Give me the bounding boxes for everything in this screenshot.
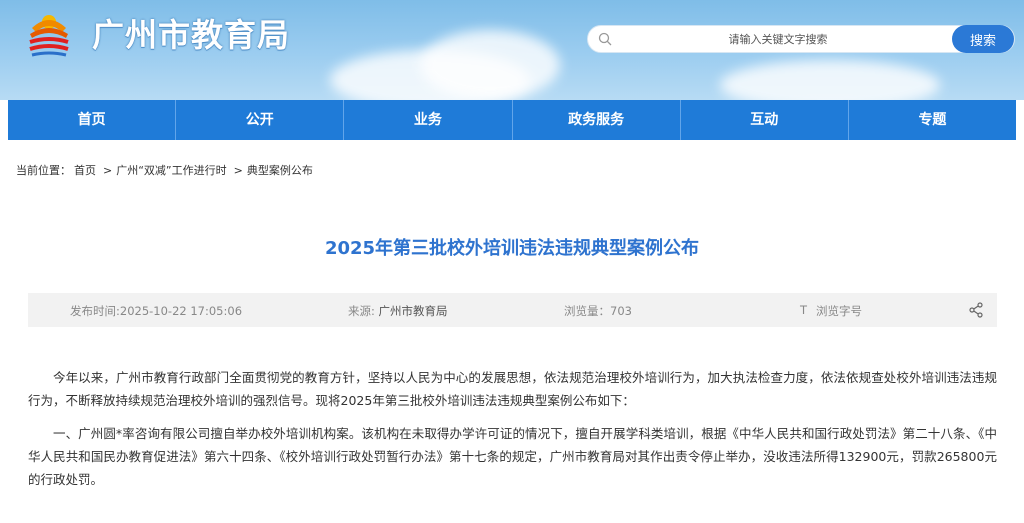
header-cloud [720, 60, 940, 100]
views-label: 浏览量： [564, 304, 610, 318]
breadcrumb-separator: > [233, 164, 243, 177]
article-meta-bar: 发布时间:2025-10-22 17:05:06 来源: 广州市教育局 浏览量：… [28, 293, 997, 327]
search-input[interactable] [628, 29, 928, 49]
source-label: 来源: [348, 304, 379, 318]
breadcrumb-separator: > [103, 164, 113, 177]
article-paragraph: 一、广州圆*率咨询有限公司擅自举办校外培训机构案。该机构在未取得办学许可证的情况… [28, 426, 997, 487]
site-header: 广州市教育局 搜索 [0, 0, 1024, 100]
bureau-emblem-icon[interactable] [22, 8, 76, 58]
source-value: 广州市教育局 [378, 304, 448, 318]
article-content: 今年以来，广州市教育行政部门全面贯彻党的教育方针，坚持以人民为中心的发展思想，依… [28, 366, 997, 501]
article-paragraph: 今年以来，广州市教育行政部门全面贯彻党的教育方针，坚持以人民为中心的发展思想，依… [28, 370, 997, 408]
search-button[interactable]: 搜索 [952, 25, 1014, 53]
nav-item-topics[interactable]: 专题 [849, 100, 1016, 140]
publish-time: 发布时间:2025-10-22 17:05:06 [70, 304, 243, 318]
site-title[interactable]: 广州市教育局 [92, 10, 290, 56]
view-count: 浏览量：703 [564, 303, 632, 319]
breadcrumb-item-double-reduction[interactable]: 广州“双减”工作进行时 [116, 164, 226, 177]
font-size-icon[interactable]: T [800, 303, 807, 317]
nav-item-interaction[interactable]: 互动 [681, 100, 849, 140]
nav-item-government-services[interactable]: 政务服务 [513, 100, 681, 140]
article-title: 2025年第三批校外培训违法违规典型案例公布 [324, 238, 700, 259]
search-icon [598, 32, 612, 46]
main-nav: 首页 公开 业务 政务服务 互动 专题 [8, 100, 1016, 140]
source: 来源: 广州市教育局 [348, 303, 448, 319]
nav-item-home[interactable]: 首页 [8, 100, 177, 140]
views-value: 703 [610, 304, 632, 318]
nav-item-business[interactable]: 业务 [344, 100, 513, 140]
breadcrumb-item-home[interactable]: 首页 [74, 164, 96, 177]
breadcrumb-item-cases[interactable]: 典型案例公布 [247, 164, 313, 177]
share-icon[interactable] [968, 302, 984, 318]
breadcrumb: 当前位置： 首页 > 广州“双减”工作进行时 > 典型案例公布 [16, 162, 316, 178]
search-box: 搜索 [587, 25, 1015, 53]
nav-item-public[interactable]: 公开 [176, 100, 345, 140]
header-cloud [420, 30, 560, 100]
font-size-control[interactable]: 浏览字号 [816, 303, 862, 319]
breadcrumb-prefix: 当前位置： [16, 164, 71, 177]
